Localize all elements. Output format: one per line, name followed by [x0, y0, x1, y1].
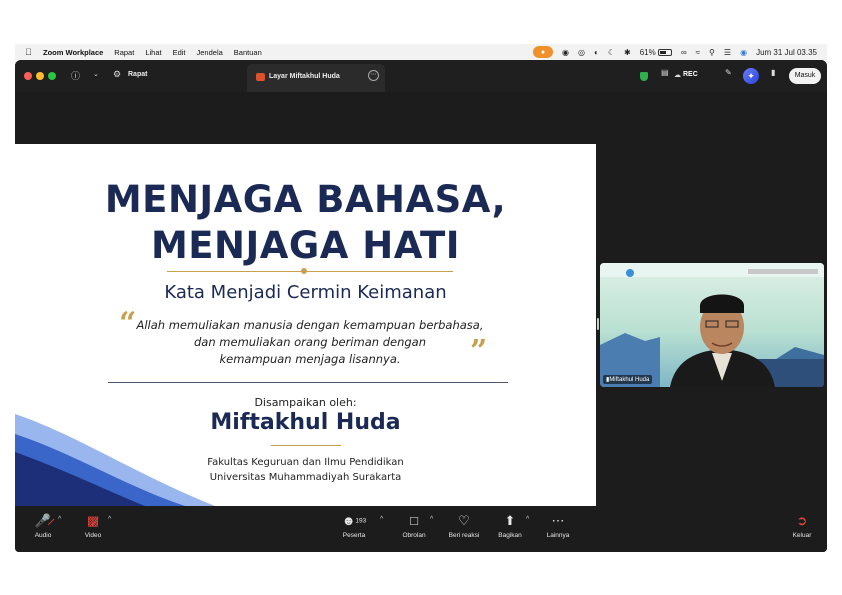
menu-item-edit[interactable]: Edit: [173, 48, 186, 57]
siri-icon[interactable]: ◉: [740, 48, 747, 57]
slide-title-line1: MENJAGA BAHASA,: [104, 178, 507, 221]
record-button[interactable]: REC: [683, 71, 698, 78]
more-icon: ⋯: [551, 513, 565, 528]
apple-icon[interactable]: : [25, 47, 35, 57]
participant-video-image: [600, 263, 824, 387]
affiliation-line-2: Universitas Muhammadiyah Surakarta: [209, 472, 402, 483]
screen-share-status-icon[interactable]: ◎: [578, 48, 585, 57]
slide-subtitle: Kata Menjadi Cermin Keimanan: [164, 282, 447, 303]
participant-name-text: Miftakhul Huda: [609, 377, 650, 383]
notes-icon[interactable]: ▤: [661, 68, 669, 77]
share-icon: ⬆: [504, 513, 516, 528]
info-icon[interactable]: ⓘ: [71, 69, 80, 82]
heart-icon: ♡: [458, 513, 470, 528]
meeting-controls: 🎤̷ Audio ^ ▩̷ Video ^ ☻193 Peserta ^ □ O…: [15, 506, 827, 552]
cloud-icon: ☁: [674, 72, 681, 79]
presented-by-label: Disampaikan oleh:: [254, 396, 357, 409]
mic-indicator-icon[interactable]: ●: [533, 46, 554, 58]
shared-slide: MENJAGA BAHASA, MENJAGA HATI Kata Menjad…: [15, 144, 596, 506]
quote-line-3: kemampuan menjaga lisannya.: [219, 352, 401, 366]
title-underline-dot: [301, 268, 307, 274]
edit-icon[interactable]: ✎: [725, 68, 732, 77]
title-underline: [167, 271, 453, 272]
tab-label: Layar Miftakhul Huda: [269, 73, 340, 80]
close-quote-icon: ”: [470, 334, 488, 369]
chat-label: Obrolan: [402, 532, 426, 539]
resize-handle[interactable]: [597, 318, 599, 330]
moon-icon[interactable]: ☾: [608, 48, 615, 57]
shield-icon[interactable]: [640, 72, 648, 81]
chat-button[interactable]: □ Obrolan: [399, 512, 429, 539]
quote-line-2: dan memuliakan orang beriman dengan: [194, 335, 426, 349]
video-button[interactable]: ▩̷ Video: [79, 512, 107, 539]
participants-options-caret[interactable]: ^: [380, 516, 383, 523]
video-off-icon: ▩̷: [86, 513, 100, 528]
leave-label: Keluar: [792, 532, 812, 539]
menu-item-jendela[interactable]: Jendela: [197, 48, 223, 57]
apps-icon[interactable]: ▮: [771, 68, 775, 77]
menu-item-lihat[interactable]: Lihat: [145, 48, 161, 57]
bluetooth-icon[interactable]: ✱: [624, 48, 631, 57]
reactions-button[interactable]: ♡ Beri reaksi: [445, 512, 483, 539]
link-icon[interactable]: ∞: [681, 48, 687, 57]
ai-companion-icon[interactable]: ✦: [743, 68, 759, 84]
participant-name-label: ▮Miftakhul Huda: [603, 375, 653, 384]
video-options-caret[interactable]: ^: [108, 516, 111, 523]
mic-muted-icon: 🎤̷: [34, 513, 52, 528]
leave-icon: ➲: [796, 513, 808, 528]
participants-label: Peserta: [342, 532, 366, 539]
zoom-window: ⓘ ⌄ ⚙ Rapat Layar Miftakhul Huda ⋯ ▤ ☁ R…: [15, 60, 827, 552]
close-window-button[interactable]: [24, 72, 32, 80]
audio-label: Audio: [34, 532, 52, 539]
participants-icon: ☻193: [341, 513, 367, 528]
participants-button[interactable]: ☻193 Peserta: [337, 512, 371, 539]
more-label: Lainnya: [546, 532, 570, 539]
menu-item-rapat[interactable]: Rapat: [114, 48, 134, 57]
battery-percent: 61%: [639, 47, 656, 57]
share-button[interactable]: ⬆ Bagikan: [495, 512, 525, 539]
audio-button[interactable]: 🎤̷ Audio: [29, 512, 57, 539]
more-button[interactable]: ⋯ Lainnya: [543, 512, 573, 539]
chevron-down-icon[interactable]: ⌄: [93, 70, 99, 78]
open-quote-icon: “: [119, 306, 137, 341]
participant-video-tile[interactable]: ▮Miftakhul Huda: [600, 263, 824, 387]
reactions-label: Beri reaksi: [448, 532, 480, 539]
menu-item-bantuan[interactable]: Bantuan: [234, 48, 262, 57]
focus-icon[interactable]: ◐: [594, 48, 599, 57]
video-label: Video: [84, 532, 102, 539]
battery-indicator: 61%: [640, 48, 672, 57]
leave-button[interactable]: ➲ Keluar: [789, 512, 815, 539]
share-label: Bagikan: [498, 532, 522, 539]
quote-line-1: Allah memuliakan manusia dengan kemampua…: [136, 318, 484, 332]
slide-divider: [108, 382, 508, 383]
search-icon[interactable]: ⚲: [709, 48, 715, 57]
screen:  Zoom Workplace Rapat Lihat Edit Jendel…: [0, 0, 842, 595]
affiliation-line-1: Fakultas Keguruan dan Ilmu Pendidikan: [207, 457, 404, 468]
meeting-label[interactable]: Rapat: [128, 71, 147, 78]
sign-in-button[interactable]: Masuk: [789, 68, 821, 84]
speaker-underline: [271, 445, 341, 446]
macos-menubar:  Zoom Workplace Rapat Lihat Edit Jendel…: [15, 44, 827, 60]
zoom-status-icon[interactable]: ◉: [562, 48, 569, 57]
share-options-caret[interactable]: ^: [526, 516, 529, 523]
zoom-window-button[interactable]: [48, 72, 56, 80]
wifi-icon[interactable]: ≈: [696, 48, 700, 57]
menu-app-name[interactable]: Zoom Workplace: [43, 48, 103, 57]
menubar-clock[interactable]: Jum 31 Jul 03.35: [756, 48, 817, 57]
participant-count: 193: [355, 517, 367, 525]
audio-options-caret[interactable]: ^: [58, 516, 61, 523]
meeting-icon: ⚙: [113, 69, 122, 79]
chat-icon: □: [410, 513, 418, 528]
slide-title-line2: MENJAGA HATI: [150, 224, 461, 267]
minimize-window-button[interactable]: [36, 72, 44, 80]
share-screen-icon: [256, 73, 265, 81]
window-titlebar: ⓘ ⌄ ⚙ Rapat Layar Miftakhul Huda ⋯ ▤ ☁ R…: [15, 60, 827, 92]
chat-options-caret[interactable]: ^: [430, 516, 433, 523]
status-area: ● ◉ ◎ ◐ ☾ ✱ 61% ∞ ≈ ⚲ ☰ ◉ Jum 31 Jul 03.…: [533, 44, 817, 60]
more-icon[interactable]: ⋯: [368, 70, 379, 81]
tab-shared-screen[interactable]: Layar Miftakhul Huda ⋯: [247, 64, 385, 92]
control-center-icon[interactable]: ☰: [724, 48, 731, 57]
speaker-name: Miftakhul Huda: [210, 410, 401, 435]
battery-icon[interactable]: [657, 48, 672, 56]
